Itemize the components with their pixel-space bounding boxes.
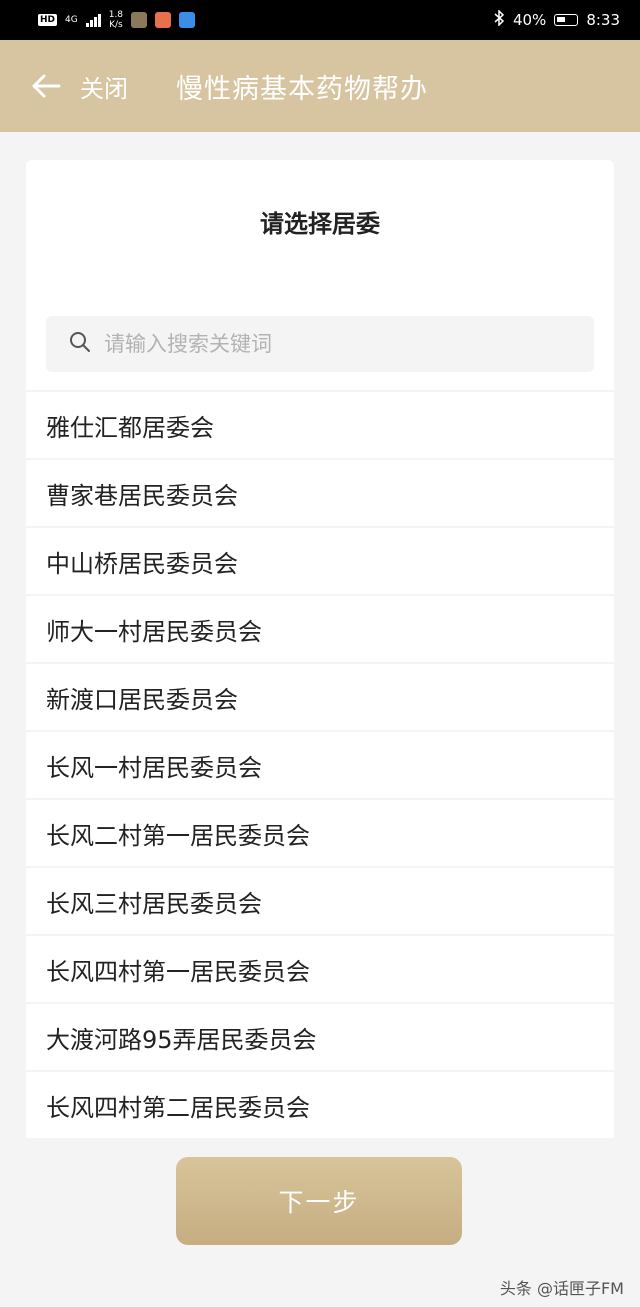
search-input[interactable] [102, 331, 562, 357]
list-item[interactable]: 中山桥居民委员会 [26, 528, 614, 594]
bluetooth-icon [493, 9, 505, 30]
list-item[interactable]: 长风一村居民委员会 [26, 732, 614, 798]
app-notification-icon [155, 12, 172, 28]
card-title: 请选择居委 [260, 210, 380, 238]
status-right: 40% 8:33 [493, 9, 620, 30]
hd-badge: HD [38, 14, 58, 26]
list-item[interactable]: 长风三村居民委员会 [26, 868, 614, 934]
list-item[interactable]: 长风四村第一居民委员会 [26, 936, 614, 1002]
search-icon [68, 330, 92, 358]
list-item[interactable]: 大渡河路95弄居民委员会 [26, 1004, 614, 1070]
nav-header: 关闭 慢性病基本药物帮办 [0, 40, 640, 132]
back-arrow-icon[interactable] [26, 66, 66, 106]
signal-icon [85, 13, 101, 27]
clock: 8:33 [586, 11, 620, 29]
network-type: 4G [65, 15, 78, 25]
selection-card: 请选择居委 [26, 160, 614, 390]
list-item[interactable]: 曹家巷居民委员会 [26, 460, 614, 526]
page-title: 慢性病基本药物帮办 [176, 73, 428, 105]
next-step-button[interactable]: 下一步 [176, 1157, 462, 1245]
app-notification-icon [179, 12, 196, 28]
app-notification-icon [131, 12, 148, 28]
status-left: HD 4G 1.8 K/s [38, 10, 196, 30]
close-button[interactable]: 关闭 [80, 69, 128, 104]
network-speed: 1.8 K/s [108, 10, 124, 30]
search-box[interactable] [46, 316, 594, 372]
committee-list: 雅仕汇都居委会 曹家巷居民委员会 中山桥居民委员会 师大一村居民委员会 新渡口居… [26, 392, 614, 1142]
list-item[interactable]: 长风四村第二居民委员会 [26, 1072, 614, 1138]
status-bar: HD 4G 1.8 K/s 40% 8:33 [0, 0, 640, 40]
list-item[interactable]: 新渡口居民委员会 [26, 664, 614, 730]
battery-percent: 40% [512, 11, 547, 29]
battery-icon [554, 14, 579, 26]
list-item[interactable]: 雅仕汇都居委会 [26, 392, 614, 458]
list-item[interactable]: 长风二村第一居民委员会 [26, 800, 614, 866]
list-item[interactable]: 师大一村居民委员会 [26, 596, 614, 662]
watermark: 头条 @话匣子FM [499, 1279, 624, 1298]
